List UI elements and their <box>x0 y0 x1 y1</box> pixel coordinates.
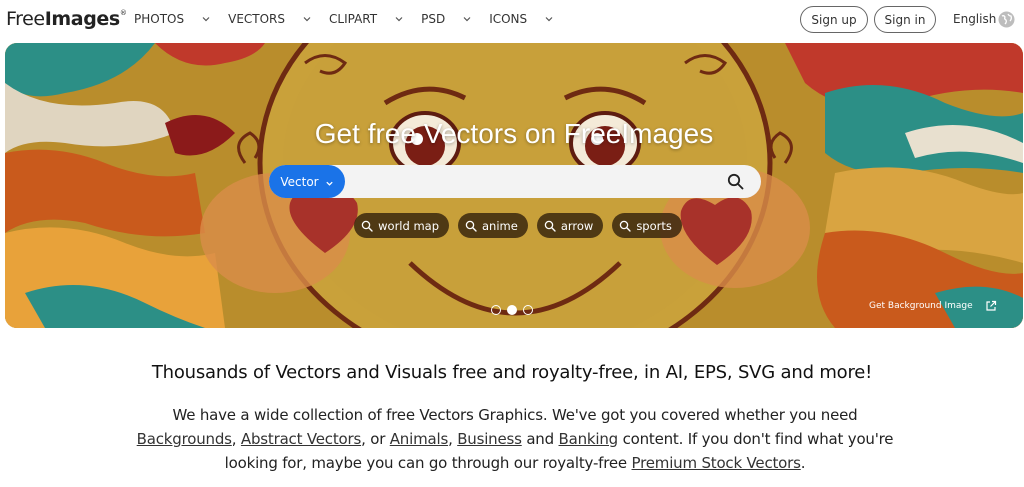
chevron-down-icon <box>325 177 334 186</box>
logo-registered-mark: ® <box>119 8 127 17</box>
nav-icons[interactable]: ICONS <box>489 12 571 26</box>
section-headline: Thousands of Vectors and Visuals free an… <box>151 362 873 383</box>
hero-title: Get free Vectors on FreeImages <box>314 118 714 149</box>
tag-chip[interactable]: sports <box>612 213 682 238</box>
nav-clipart[interactable]: CLIPART <box>329 12 421 26</box>
external-link-icon <box>985 300 997 312</box>
carousel-dot[interactable] <box>507 305 517 315</box>
logo-text-images: Images <box>44 8 120 30</box>
link-backgrounds[interactable]: Backgrounds <box>137 430 232 448</box>
search-icon <box>465 220 477 232</box>
tag-chip[interactable]: world map <box>354 213 449 238</box>
paragraph-text: . <box>800 454 806 472</box>
nav-psd[interactable]: PSD <box>421 12 489 26</box>
paragraph-text: We have a wide collection of free Vector… <box>172 406 858 424</box>
chevron-down-icon <box>201 14 211 24</box>
signup-button[interactable]: Sign up <box>800 6 868 33</box>
link-business[interactable]: Business <box>457 430 522 448</box>
paragraph-text: , <box>231 430 241 448</box>
search-icon <box>544 220 556 232</box>
search-icon[interactable] <box>727 173 744 190</box>
paragraph-text: , <box>448 430 458 448</box>
tag-label: arrow <box>560 218 594 233</box>
nav-clipart-label: CLIPART <box>329 12 378 26</box>
search-input[interactable] <box>351 169 721 194</box>
intro-paragraph: We have a wide collection of free Vector… <box>130 403 900 475</box>
nav-psd-label: PSD <box>421 12 446 26</box>
tag-label: sports <box>636 218 672 233</box>
paragraph-text: and <box>521 430 559 448</box>
nav-photos-label: PHOTOS <box>134 12 185 26</box>
chevron-down-icon <box>302 14 312 24</box>
freeimages-logo[interactable]: FreeImages® <box>6 8 127 30</box>
paragraph-text: , or <box>361 430 390 448</box>
get-background-image-link[interactable]: Get Background Image <box>869 300 997 312</box>
link-premium-stock-vectors[interactable]: Premium Stock Vectors <box>632 454 801 472</box>
search-icon <box>361 220 373 232</box>
globe-icon[interactable] <box>998 11 1015 28</box>
nav-vectors[interactable]: VECTORS <box>228 12 329 26</box>
search-icon <box>619 220 632 232</box>
carousel-dot[interactable] <box>491 305 501 315</box>
search-type-dropdown[interactable]: Vector <box>269 165 345 198</box>
main-nav: PHOTOS VECTORS CLIPART PSD ICONS <box>134 12 571 26</box>
link-abstract-vectors[interactable]: Abstract Vectors <box>241 430 361 448</box>
carousel-dot[interactable] <box>523 305 533 315</box>
nav-icons-label: ICONS <box>489 12 528 26</box>
chevron-down-icon <box>544 14 554 24</box>
suggested-tags: world map anime arrow sports <box>5 213 1023 238</box>
link-banking[interactable]: Banking <box>559 430 619 448</box>
tag-label: anime <box>482 218 518 233</box>
logo-text-free: Free <box>6 8 45 30</box>
chevron-down-icon <box>394 14 404 24</box>
top-header: FreeImages® PHOTOS VECTORS CLIPART PSD I… <box>0 0 1024 40</box>
tag-chip[interactable]: anime <box>458 213 528 238</box>
tag-label: world map <box>378 218 439 233</box>
link-animals[interactable]: Animals <box>390 430 449 448</box>
get-background-image-label: Get Background Image <box>869 301 973 311</box>
language-selector[interactable]: English <box>953 12 996 26</box>
carousel-dots <box>491 305 533 315</box>
nav-vectors-label: VECTORS <box>228 12 286 26</box>
hero-banner: Get free Vectors on FreeImages Vector wo… <box>5 43 1023 328</box>
nav-photos[interactable]: PHOTOS <box>134 12 228 26</box>
signin-button[interactable]: Sign in <box>874 6 936 33</box>
tag-chip[interactable]: arrow <box>536 213 604 238</box>
search-type-label: Vector <box>280 174 319 189</box>
search-bar: Vector <box>269 165 761 198</box>
chevron-down-icon <box>462 14 472 24</box>
